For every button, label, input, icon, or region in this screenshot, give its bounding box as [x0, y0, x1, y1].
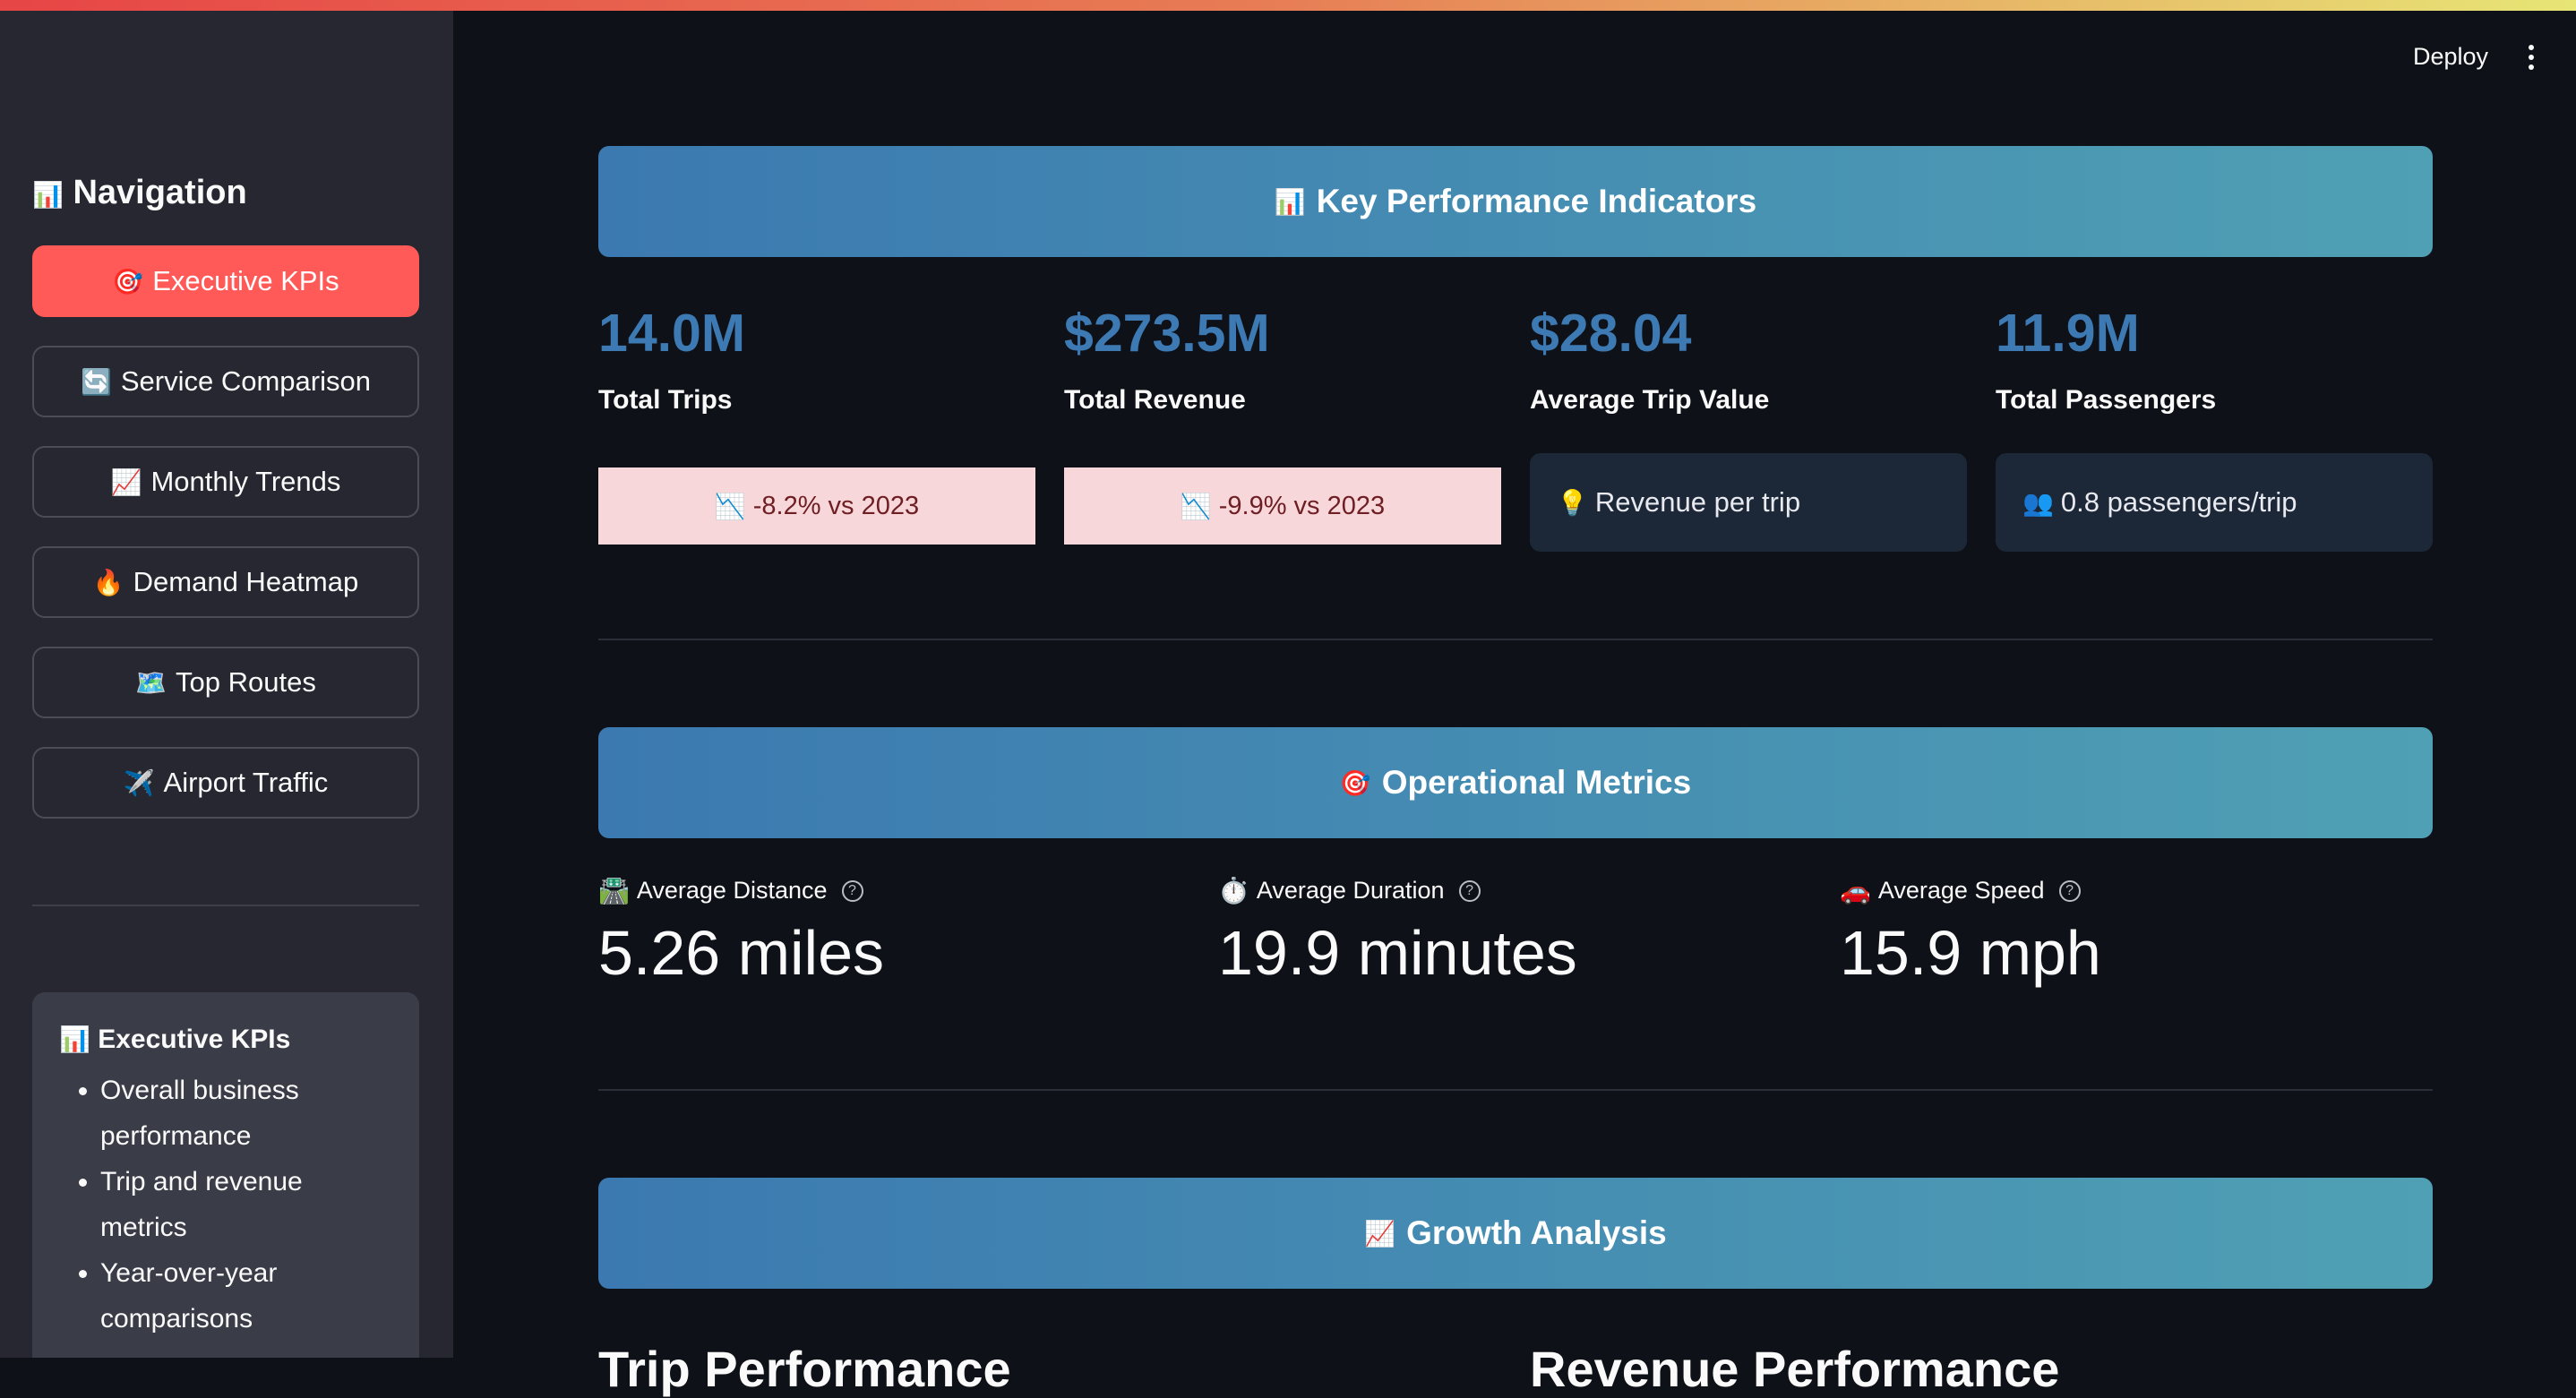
target-icon: 🎯: [112, 266, 144, 296]
trip-performance-heading: Trip Performance: [598, 1341, 1011, 1397]
sidebar-item-demand-heatmap[interactable]: 🔥 Demand Heatmap: [32, 546, 419, 618]
trend-up-icon: 📈: [110, 467, 142, 497]
total-passengers-value: 11.9M: [1996, 304, 2140, 363]
sidebar-item-label: Executive KPIs: [152, 265, 339, 296]
stopwatch-icon: ⏱️: [1218, 876, 1249, 905]
sidebar-item-service-comparison[interactable]: 🔄 Service Comparison: [32, 346, 419, 417]
road-icon: 🛣️: [598, 876, 630, 905]
sidebar-nav-title: 📊 Navigation: [32, 174, 247, 212]
total-passengers-note: 👥 0.8 passengers/trip: [1996, 453, 2433, 552]
section-divider: [598, 639, 2433, 640]
sidebar-item-label: Demand Heatmap: [133, 566, 359, 597]
section-divider: [598, 1089, 2433, 1091]
average-trip-value-value: $28.04: [1530, 304, 1692, 363]
bar-chart-icon: 📊: [32, 180, 64, 210]
bar-chart-icon: 📊: [59, 1025, 90, 1054]
deploy-button[interactable]: Deploy: [2413, 43, 2488, 71]
bar-chart-icon: 📊: [1274, 186, 1306, 217]
note-text: Revenue per trip: [1594, 486, 1801, 518]
ops-banner-title: Operational Metrics: [1381, 764, 1692, 801]
average-distance-label: 🛣️ Average Distance ?: [598, 876, 863, 905]
sidebar-item-label: Top Routes: [176, 666, 316, 698]
help-icon[interactable]: ?: [1458, 879, 1481, 902]
growth-banner-title: Growth Analysis: [1406, 1214, 1667, 1251]
total-revenue-delta: 📉 -9.9% vs 2023: [1064, 467, 1501, 545]
list-item: Overall business performance: [100, 1068, 392, 1159]
total-trips-value: 14.0M: [598, 304, 745, 363]
trend-down-icon: 📉: [1180, 491, 1212, 521]
trend-down-icon: 📉: [714, 491, 746, 521]
header-actions: Deploy: [2413, 43, 2540, 71]
average-trip-value-label: Average Trip Value: [1530, 385, 1770, 415]
info-box-list: Overall business performance Trip and re…: [59, 1068, 392, 1342]
ops-banner: 🎯 Operational Metrics: [598, 727, 2433, 838]
total-revenue-label: Total Revenue: [1064, 385, 1246, 415]
delta-text: -8.2% vs 2023: [752, 491, 920, 520]
sidebar: 📊 Navigation 🎯 Executive KPIs 🔄 Service …: [0, 11, 453, 1358]
people-icon: 👥: [2022, 487, 2054, 518]
total-trips-label: Total Trips: [598, 385, 733, 415]
fire-icon: 🔥: [92, 567, 125, 597]
growth-banner: 📈 Growth Analysis: [598, 1178, 2433, 1289]
metric-label-text: Average Speed: [1877, 877, 2045, 904]
target-icon: 🎯: [1339, 768, 1371, 798]
average-speed-label: 🚗 Average Speed ?: [1840, 876, 2081, 905]
airplane-icon: ✈️: [123, 768, 155, 798]
average-speed-value: 15.9 mph: [1840, 918, 2101, 988]
car-icon: 🚗: [1840, 876, 1871, 905]
refresh-icon: 🔄: [81, 366, 112, 397]
more-menu-icon[interactable]: [2522, 44, 2540, 70]
average-trip-value-note: 💡 Revenue per trip: [1530, 453, 1967, 552]
lightbulb-icon: 💡: [1557, 487, 1588, 518]
help-icon[interactable]: ?: [2058, 879, 2081, 902]
info-box-title: 📊 Executive KPIs: [59, 1025, 392, 1055]
sidebar-item-label: Service Comparison: [120, 365, 371, 397]
total-passengers-label: Total Passengers: [1996, 385, 2217, 415]
metric-label-text: Average Duration: [1256, 877, 1445, 904]
note-text: 0.8 passengers/trip: [2060, 486, 2297, 518]
sidebar-info-box: 📊 Executive KPIs Overall business perfor…: [32, 992, 419, 1358]
list-item: Trip and revenue metrics: [100, 1159, 392, 1250]
help-icon[interactable]: ?: [841, 879, 863, 902]
revenue-performance-heading: Revenue Performance: [1530, 1341, 2060, 1397]
map-icon: 🗺️: [135, 667, 167, 698]
sidebar-item-label: Airport Traffic: [163, 767, 329, 798]
sidebar-item-monthly-trends[interactable]: 📈 Monthly Trends: [32, 446, 419, 518]
sidebar-item-label: Monthly Trends: [150, 466, 341, 497]
nav-title-text: Navigation: [73, 174, 247, 211]
average-distance-value: 5.26 miles: [598, 918, 885, 988]
sidebar-divider: [32, 905, 419, 906]
kpi-banner-title: Key Performance Indicators: [1316, 183, 1757, 219]
sidebar-item-top-routes[interactable]: 🗺️ Top Routes: [32, 647, 419, 718]
average-duration-label: ⏱️ Average Duration ?: [1218, 876, 1481, 905]
list-item: Year-over-year comparisons: [100, 1250, 392, 1342]
sidebar-item-airport-traffic[interactable]: ✈️ Airport Traffic: [32, 747, 419, 819]
total-revenue-value: $273.5M: [1064, 304, 1270, 363]
delta-text: -9.9% vs 2023: [1218, 491, 1386, 520]
sidebar-item-executive-kpis[interactable]: 🎯 Executive KPIs: [32, 245, 419, 317]
average-duration-value: 19.9 minutes: [1218, 918, 1577, 988]
total-trips-delta: 📉 -8.2% vs 2023: [598, 467, 1035, 545]
top-accent-bar: [0, 0, 2576, 11]
trend-up-icon: 📈: [1364, 1218, 1396, 1248]
info-box-title-text: Executive KPIs: [98, 1025, 291, 1054]
kpi-banner: 📊 Key Performance Indicators: [598, 146, 2433, 257]
metric-label-text: Average Distance: [636, 877, 828, 904]
